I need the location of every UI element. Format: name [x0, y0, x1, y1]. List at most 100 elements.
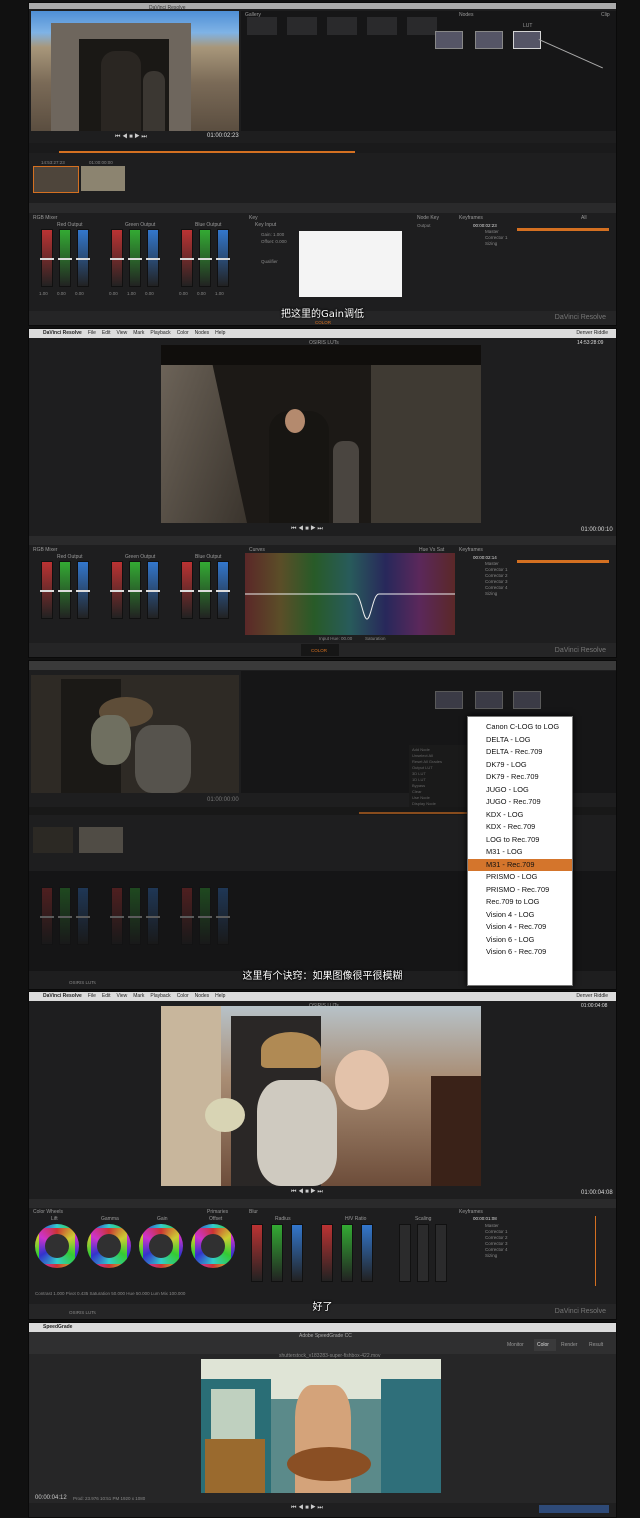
context-menu-item[interactable]: 1D LUT	[412, 777, 426, 782]
mixer-bar[interactable]	[76, 229, 90, 287]
color-wheel[interactable]	[139, 1224, 183, 1268]
menu-edit[interactable]: Edit	[102, 992, 111, 1001]
gallery-still[interactable]	[327, 17, 357, 35]
lut-menu-item[interactable]: KDX - Rec.709	[468, 821, 572, 834]
gallery-still[interactable]	[407, 17, 437, 35]
mixer-bar[interactable]	[216, 561, 230, 619]
menu-file[interactable]: File	[88, 329, 96, 338]
mixer-bar-handle[interactable]	[216, 590, 230, 592]
blur-bar[interactable]	[251, 1224, 263, 1282]
tab-monitor[interactable]: Monitor	[507, 1342, 524, 1348]
menu-nodes[interactable]: Nodes	[195, 329, 209, 338]
palette-toolbar[interactable]	[29, 1199, 616, 1208]
menu-playback[interactable]: Playback	[150, 329, 170, 338]
clip-thumbnail-1[interactable]	[33, 166, 79, 193]
mixer-bar-handle[interactable]	[180, 590, 194, 592]
blur-bar[interactable]	[271, 1224, 283, 1282]
lut-menu-item[interactable]: DELTA - LOG	[468, 734, 572, 747]
mixer-bar[interactable]	[58, 561, 72, 619]
mixer-bar-handle[interactable]	[198, 590, 212, 592]
menu-nodes[interactable]: Nodes	[195, 992, 209, 1001]
mixer-bar-handle[interactable]	[110, 590, 124, 592]
mixer-bar-handle[interactable]	[216, 258, 230, 260]
menu-edit[interactable]: Edit	[102, 329, 111, 338]
lut-menu-item[interactable]: Vision 6 - Rec.709	[468, 946, 572, 959]
mixer-bar[interactable]	[40, 887, 54, 945]
menu-app[interactable]: DaVinci Resolve	[43, 992, 82, 1001]
mixer-bar-handle[interactable]	[58, 258, 72, 260]
mixer-bar[interactable]	[146, 561, 160, 619]
clip-thumbnail-2[interactable]	[81, 166, 125, 191]
transport-controls[interactable]: ⏮ ◀ ■ ▶ ⏭	[291, 1505, 323, 1512]
context-menu-item[interactable]: Output LUT	[412, 765, 433, 770]
mixer-bar[interactable]	[180, 561, 194, 619]
node-lut[interactable]	[513, 31, 541, 49]
mixer-bar[interactable]	[180, 887, 194, 945]
tab-render[interactable]: Render	[561, 1342, 577, 1348]
menu-color[interactable]: Color	[177, 992, 189, 1001]
mixer-bar[interactable]	[146, 887, 160, 945]
menu-playback[interactable]: Playback	[150, 992, 170, 1001]
tab-color[interactable]: COLOR	[311, 648, 327, 653]
node-2[interactable]	[475, 31, 503, 49]
mixer-bar[interactable]	[58, 887, 72, 945]
mixer-bar-handle[interactable]	[40, 258, 54, 260]
mixer-bar-handle[interactable]	[198, 916, 212, 918]
mixer-bar-handle[interactable]	[198, 258, 212, 260]
palette-toolbar[interactable]	[29, 203, 616, 213]
blur-bar[interactable]	[399, 1224, 411, 1282]
mixer-bar[interactable]	[198, 561, 212, 619]
menu-view[interactable]: View	[117, 329, 128, 338]
menu-view[interactable]: View	[117, 992, 128, 1001]
mixer-bar[interactable]	[198, 887, 212, 945]
menu-file[interactable]: File	[88, 992, 96, 1001]
tab-color[interactable]: COLOR	[315, 320, 331, 325]
context-menu-item[interactable]: 3D LUT	[412, 771, 426, 776]
mixer-bar[interactable]	[128, 887, 142, 945]
mixer-bar[interactable]	[40, 561, 54, 619]
mixer-bar-handle[interactable]	[110, 258, 124, 260]
mixer-bar-handle[interactable]	[76, 258, 90, 260]
menu-mark[interactable]: Mark	[133, 992, 144, 1001]
key-offset[interactable]: Offset: 0.000	[261, 239, 287, 244]
blur-bar[interactable]	[361, 1224, 373, 1282]
mixer-bar-handle[interactable]	[180, 258, 194, 260]
lut-menu-item[interactable]: Rec.709 to LOG	[468, 896, 572, 909]
node-1[interactable]	[435, 31, 463, 49]
transport-controls[interactable]: ⏮ ◀ ■ ▶ ⏭	[291, 526, 323, 533]
mixer-bar-handle[interactable]	[128, 916, 142, 918]
input-hue[interactable]: Input Hue: 00.00	[319, 636, 352, 641]
mixer-bar-handle[interactable]	[146, 258, 160, 260]
lut-dropdown-menu[interactable]: Canon C-LOG to LOG DELTA - LOG DELTA - Rec…	[467, 716, 573, 986]
mixer-bar[interactable]	[40, 229, 54, 287]
mixer-bar-handle[interactable]	[146, 916, 160, 918]
mixer-bar[interactable]	[216, 887, 230, 945]
gallery-still[interactable]	[367, 17, 397, 35]
saturation-label[interactable]: Saturation	[365, 636, 386, 641]
blur-bar[interactable]	[417, 1224, 429, 1282]
menu-app[interactable]: DaVinci Resolve	[43, 329, 82, 338]
mixer-bar[interactable]	[146, 229, 160, 287]
lut-menu-item[interactable]: Vision 4 - LOG	[468, 909, 572, 922]
primaries-label[interactable]: Primaries	[207, 1209, 228, 1215]
context-menu-item[interactable]: Display Node	[412, 801, 436, 806]
mixer-bar-handle[interactable]	[58, 590, 72, 592]
mixer-bar-handle[interactable]	[128, 258, 142, 260]
mixer-bar-handle[interactable]	[40, 590, 54, 592]
lut-menu-item[interactable]: DELTA - Rec.709	[468, 746, 572, 759]
menu-color[interactable]: Color	[177, 329, 189, 338]
hue-vs-sat-curve[interactable]	[245, 553, 455, 635]
lut-menu-item[interactable]: PRISMO - LOG	[468, 871, 572, 884]
mixer-bar-handle[interactable]	[40, 916, 54, 918]
mixer-bar-handle[interactable]	[76, 590, 90, 592]
context-menu-item[interactable]: Bypass	[412, 783, 425, 788]
color-wheel[interactable]	[191, 1224, 235, 1268]
mixer-bar[interactable]	[76, 561, 90, 619]
lut-menu-item[interactable]: KDX - LOG	[468, 809, 572, 822]
mixer-bar[interactable]	[180, 229, 194, 287]
lut-menu-item[interactable]: M31 - Rec.709	[468, 858, 572, 871]
blur-bar[interactable]	[435, 1224, 447, 1282]
context-menu-item[interactable]: Add Node	[412, 747, 430, 752]
lut-menu-item[interactable]: LOG to Rec.709	[468, 834, 572, 847]
primary-values[interactable]: Contrast 1.000 Pivot 0.435 Saturation 50…	[35, 1291, 185, 1296]
